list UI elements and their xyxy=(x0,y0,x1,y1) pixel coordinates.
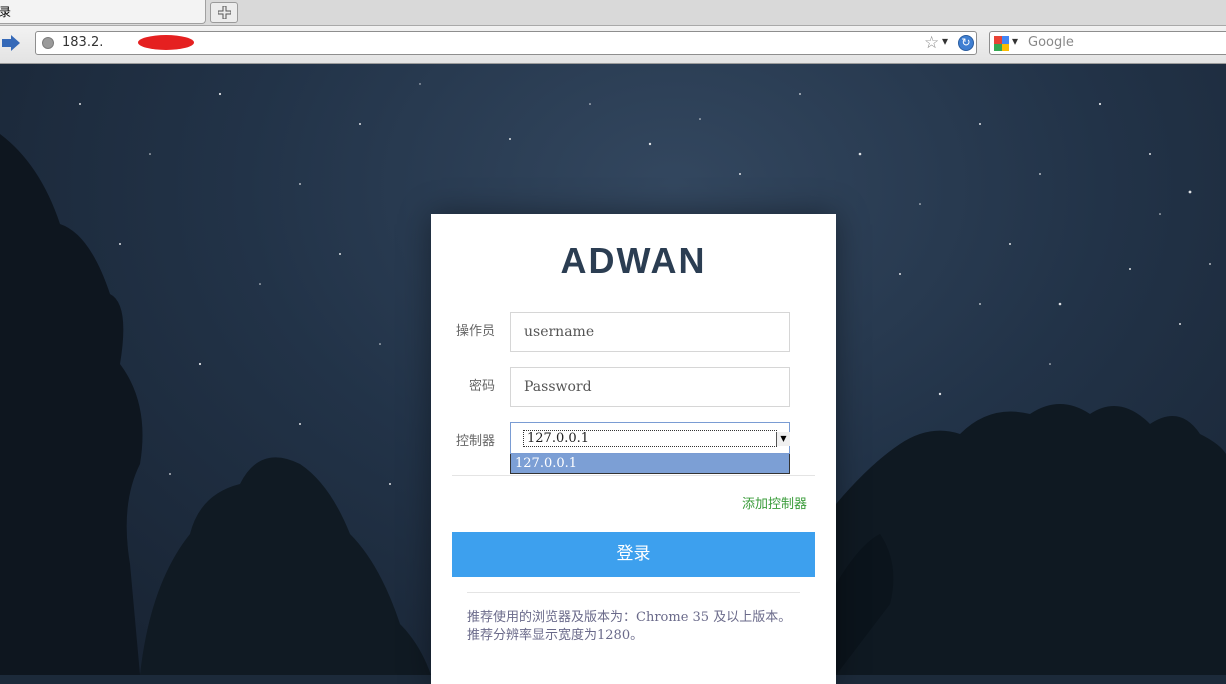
globe-icon xyxy=(42,37,54,49)
browser-recommendation-note: 推荐使用的浏览器及版本为：Chrome 35 及以上版本。 推荐分辨率显示宽度为… xyxy=(467,609,791,645)
google-icon xyxy=(994,36,1009,51)
bookmark-star-icon[interactable]: ☆ xyxy=(924,33,939,53)
tab-title: 录 xyxy=(0,5,12,19)
password-input[interactable]: Password xyxy=(510,367,790,407)
divider xyxy=(452,475,815,476)
add-controller-link[interactable]: 添加控制器 xyxy=(742,493,807,512)
dropdown-arrow-icon[interactable]: ▼ xyxy=(776,432,790,446)
browser-tab[interactable]: 录 xyxy=(0,0,206,24)
brand-logo: ADWAN xyxy=(560,240,707,281)
reload-icon[interactable]: ↻ xyxy=(958,35,974,51)
controller-selected-value: 127.0.0.1 ▼ xyxy=(523,430,790,447)
search-input[interactable]: Google xyxy=(1028,35,1074,50)
note-line: 推荐分辨率显示宽度为1280。 xyxy=(467,628,644,643)
username-input[interactable]: username xyxy=(510,312,790,352)
login-button[interactable]: 登录 xyxy=(452,532,815,577)
controller-label: 控制器 xyxy=(455,434,495,449)
chevron-down-icon[interactable]: ▾ xyxy=(1012,34,1018,48)
chevron-down-icon[interactable]: ▾ xyxy=(942,34,948,48)
back-arrow-icon[interactable] xyxy=(2,35,22,51)
search-bar[interactable]: ▾ Google xyxy=(989,31,1226,55)
url-bar[interactable]: 183.2.ogin ☆ ▾ ↻ xyxy=(35,31,977,55)
divider xyxy=(467,592,800,593)
controller-option[interactable]: 127.0.0.1 xyxy=(510,454,790,474)
redaction-mark xyxy=(138,35,194,50)
password-label: 密码 xyxy=(468,379,495,394)
tab-bar: 录 xyxy=(0,0,1226,26)
operator-label: 操作员 xyxy=(455,324,495,339)
navigation-bar: 183.2.ogin ☆ ▾ ↻ ▾ Google xyxy=(0,26,1226,64)
note-line: 推荐使用的浏览器及版本为：Chrome 35 及以上版本。 xyxy=(467,610,792,625)
login-card: ADWAN 操作员 username 密码 Password 控制器 127.0… xyxy=(431,214,836,684)
controller-select[interactable]: 127.0.0.1 ▼ xyxy=(510,422,790,454)
password-placeholder: Password xyxy=(524,379,592,395)
new-tab-button[interactable] xyxy=(210,2,238,23)
username-placeholder: username xyxy=(524,324,595,340)
plus-icon xyxy=(218,6,231,19)
